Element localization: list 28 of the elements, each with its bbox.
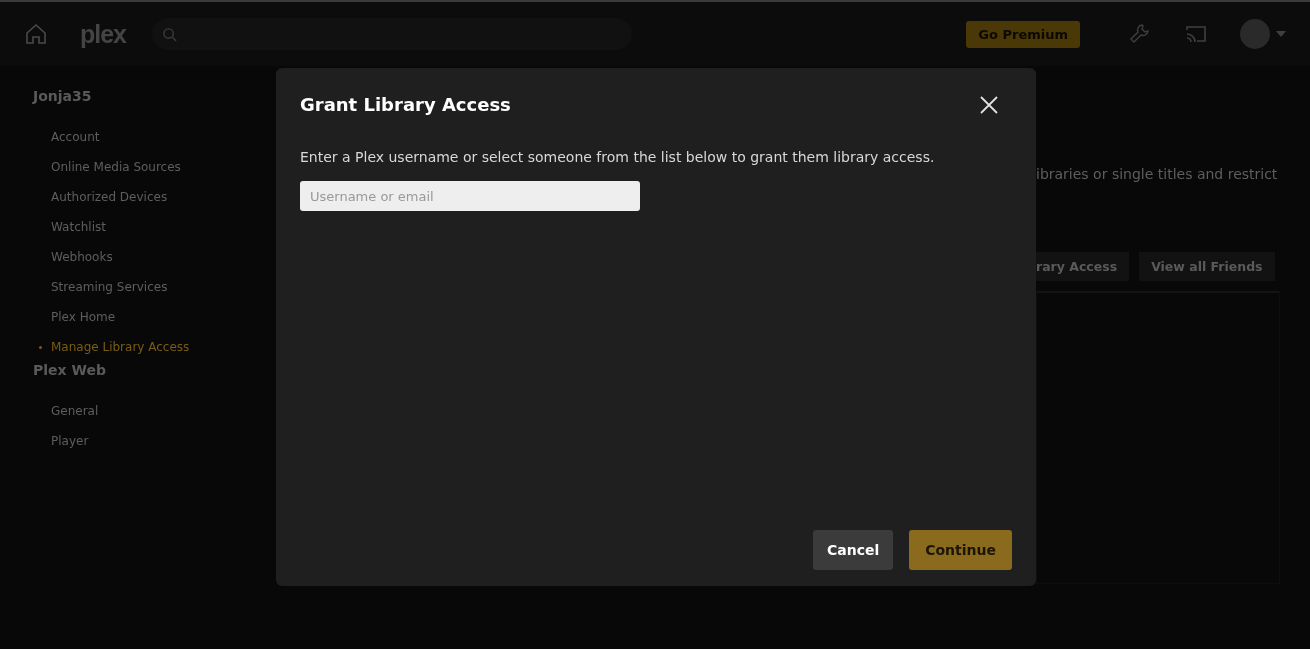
section-title: Plex Web [33,362,107,380]
section-title: Jonja35 [33,88,93,106]
sidebar-item[interactable]: Watchlist [33,212,276,242]
sidebar-item[interactable]: Manage Library Access [33,332,276,362]
caret-icon[interactable] [1276,31,1286,37]
username-field[interactable]: Username or email [300,181,640,211]
go-premium-button[interactable]: Go Premium [966,20,1080,48]
cancel-button[interactable]: Cancel [812,530,894,570]
action-button[interactable]: rary Access [1036,252,1130,281]
home-icon[interactable] [24,22,48,46]
search-field[interactable] [152,18,633,50]
close-icon[interactable] [980,95,998,114]
sidebar-item[interactable]: Online Media Sources [33,152,276,182]
plex-logo[interactable]: plex [80,19,127,49]
dialog-text: Enter a Plex username or select someone from the list below to grant them library access. [300,149,936,165]
sidebar-item[interactable]: General [33,396,276,426]
sidebar-item[interactable]: Account [33,122,276,152]
search-icon [162,26,178,42]
description-text: ibraries or single titles and restrict [1036,166,1279,182]
sidebar-item[interactable]: Plex Home [33,302,276,332]
sidebar-item[interactable]: Webhooks [33,242,276,272]
dialog-title: Grant Library Access [300,94,511,115]
sidebar-item[interactable]: Player [33,426,276,456]
continue-button[interactable]: Continue [909,530,1012,570]
avatar[interactable] [1240,19,1270,49]
action-button[interactable]: View all Friends [1139,252,1275,281]
sidebar-item[interactable]: Authorized Devices [33,182,276,212]
sidebar-item[interactable]: Streaming Services [33,272,276,302]
